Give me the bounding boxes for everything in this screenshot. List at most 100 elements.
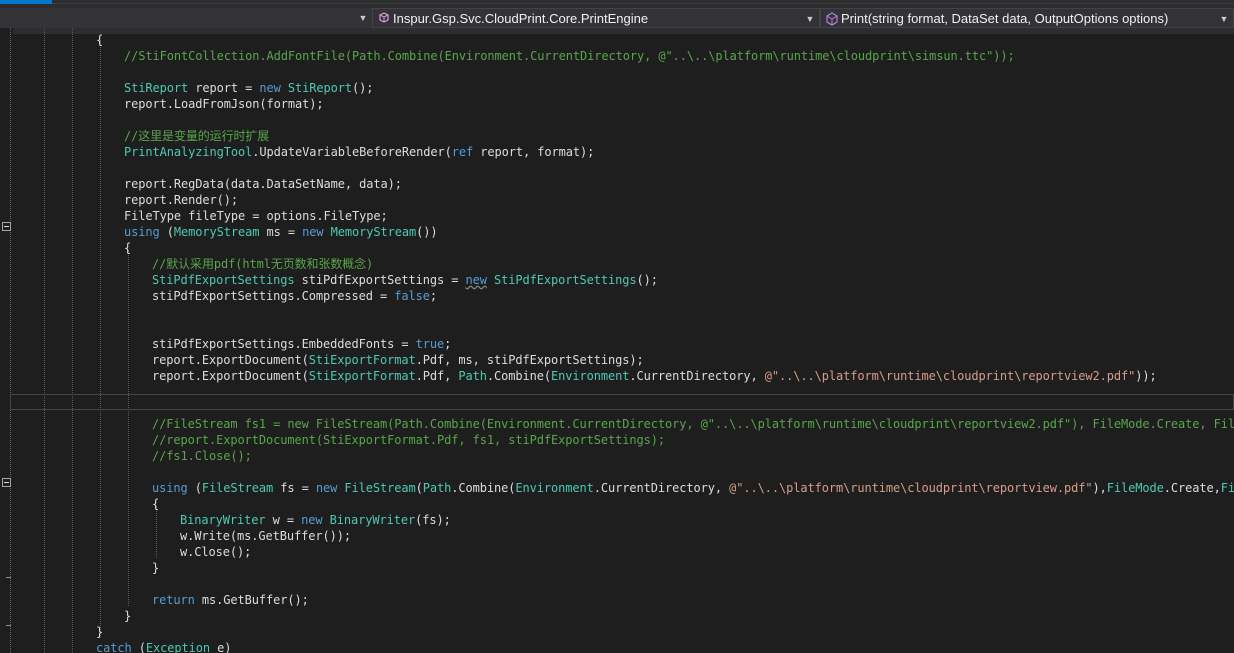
code-token: .UpdateVariableBeforeRender( [252,145,452,159]
code-line: PrintAnalyzingTool.UpdateVariableBeforeR… [124,144,594,160]
code-token: ms = [259,225,303,239]
code-token: FileStream [344,481,416,495]
member-dropdown[interactable]: Print(string format, DataSet data, Outpu… [820,8,1234,28]
chevron-down-icon: ▼ [1219,14,1229,24]
code-line: return ms.GetBuffer(); [152,592,309,608]
code-token: BinaryWriter [180,513,266,527]
current-line-highlight [10,394,1234,410]
code-token: .CurrentDirectory, [629,369,765,383]
project-dropdown[interactable]: ▼ [0,8,372,28]
code-line: } [124,608,131,624]
indent-guide [72,28,73,653]
code-token: using [152,481,188,495]
code-token: //fs1.Close(); [152,449,252,463]
member-dropdown-label: Print(string format, DataSet data, Outpu… [841,11,1169,26]
code-token: FileType fileType = options.FileType; [124,209,388,223]
code-line: report.LoadFromJson(format); [124,96,324,112]
code-token: ()) [416,225,438,239]
code-token: .Combine( [486,369,551,383]
class-dropdown[interactable]: Inspur.Gsp.Svc.CloudPrint.Core.PrintEngi… [372,8,820,28]
code-token: MemoryStream [173,225,260,239]
code-token: w.Write(ms.GetBuffer()); [180,529,351,543]
code-line: //StiFontCollection.AddFontFile(Path.Com… [124,48,1015,64]
code-token: )); [1135,369,1157,383]
code-line: stiPdfExportSettings.EmbeddedFonts = tru… [152,336,451,352]
code-token: StiReport [124,81,189,95]
code-token: //StiFontCollection.AddFontFile(Path.Com… [124,49,1015,63]
method-icon [826,12,838,26]
code-line: //这里是变量的运行时扩展 [124,128,269,144]
code-token: return [152,593,195,607]
code-line: w.Close(); [180,544,251,560]
code-token: PrintAnalyzingTool [124,145,253,159]
code-line: StiPdfExportSettings stiPdfExportSetting… [152,272,658,288]
outlining-margin [0,28,13,653]
indent-guide [156,506,157,558]
code-line: using (MemoryStream ms = new MemoryStrea… [124,224,438,240]
code-token: e) [210,641,232,653]
code-token: FileStream [201,481,274,495]
code-token: w.Close(); [180,545,252,559]
code-token: new [301,513,323,527]
code-line: { [96,32,103,48]
code-token: ; [444,337,452,351]
code-token: report = [188,81,260,95]
code-token: .Pdf, ms, stiPdfExportSettings); [415,353,644,367]
indent-guide [100,40,101,638]
code-line: report.ExportDocument(StiExportFormat.Pd… [152,352,644,368]
code-token: //这里是变量的运行时扩展 [124,129,270,143]
code-line: report.Render(); [124,192,238,208]
code-token: stiPdfExportSettings = [294,273,466,287]
code-token: new [302,225,324,239]
code-token: //默认采用pdf(html无页数和张数概念) [152,257,374,271]
code-line: report.RegData(data.DataSetName, data); [124,176,402,192]
code-token: ( [415,481,423,495]
code-token: ms.GetBuffer(); [194,593,309,607]
code-line: StiReport report = new StiReport(); [124,80,373,96]
code-token: report.LoadFromJson(format); [124,97,324,111]
code-token: //report.ExportDocument(StiExportFormat.… [152,433,665,447]
code-token: .CurrentDirectory, [593,481,730,495]
code-line: } [96,624,103,640]
code-token: //FileStream fs1 = new FileStream(Path.C… [152,417,1234,431]
collapse-toggle-icon[interactable] [2,222,11,231]
code-token: true [415,337,445,351]
code-line: { [124,240,131,256]
outlining-rail [10,28,11,653]
class-dropdown-label: Inspur.Gsp.Svc.CloudPrint.Core.PrintEngi… [393,11,649,26]
code-token: @"..\..\platform\runtime\cloudprint\repo… [729,481,1093,495]
code-token: { [96,33,104,47]
code-token: new [465,273,487,287]
code-line: w.Write(ms.GetBuffer()); [180,528,351,544]
code-token: FileA [1220,481,1234,495]
code-token: (); [352,81,374,95]
code-token: fs = [273,481,316,495]
code-token: Path [422,481,452,495]
outline-end-marker [6,577,11,578]
code-token: StiReport [287,81,352,95]
chevron-down-icon: ▼ [358,13,368,23]
code-editor[interactable]: { //StiFontCollection.AddFontFile(Path.Co… [0,28,1234,653]
code-token: Exception [145,641,210,653]
code-token: .Create, [1163,481,1221,495]
code-line: //FileStream fs1 = new FileStream(Path.C… [152,416,1234,432]
code-token: StiPdfExportSettings [152,273,295,287]
collapse-toggle-icon[interactable] [2,478,11,487]
indent-guide [128,250,129,606]
code-token: ( [187,481,202,495]
code-token: (fs); [415,513,451,527]
code-token: ; [429,289,437,303]
code-token: (); [636,273,658,287]
code-token: new [259,81,281,95]
code-token: { [124,241,132,255]
code-token: { [152,497,160,511]
code-token: } [96,625,104,639]
code-line: //fs1.Close(); [152,448,252,464]
code-token: new [315,481,338,495]
code-token: Path [458,369,487,383]
code-token: BinaryWriter [329,513,416,527]
